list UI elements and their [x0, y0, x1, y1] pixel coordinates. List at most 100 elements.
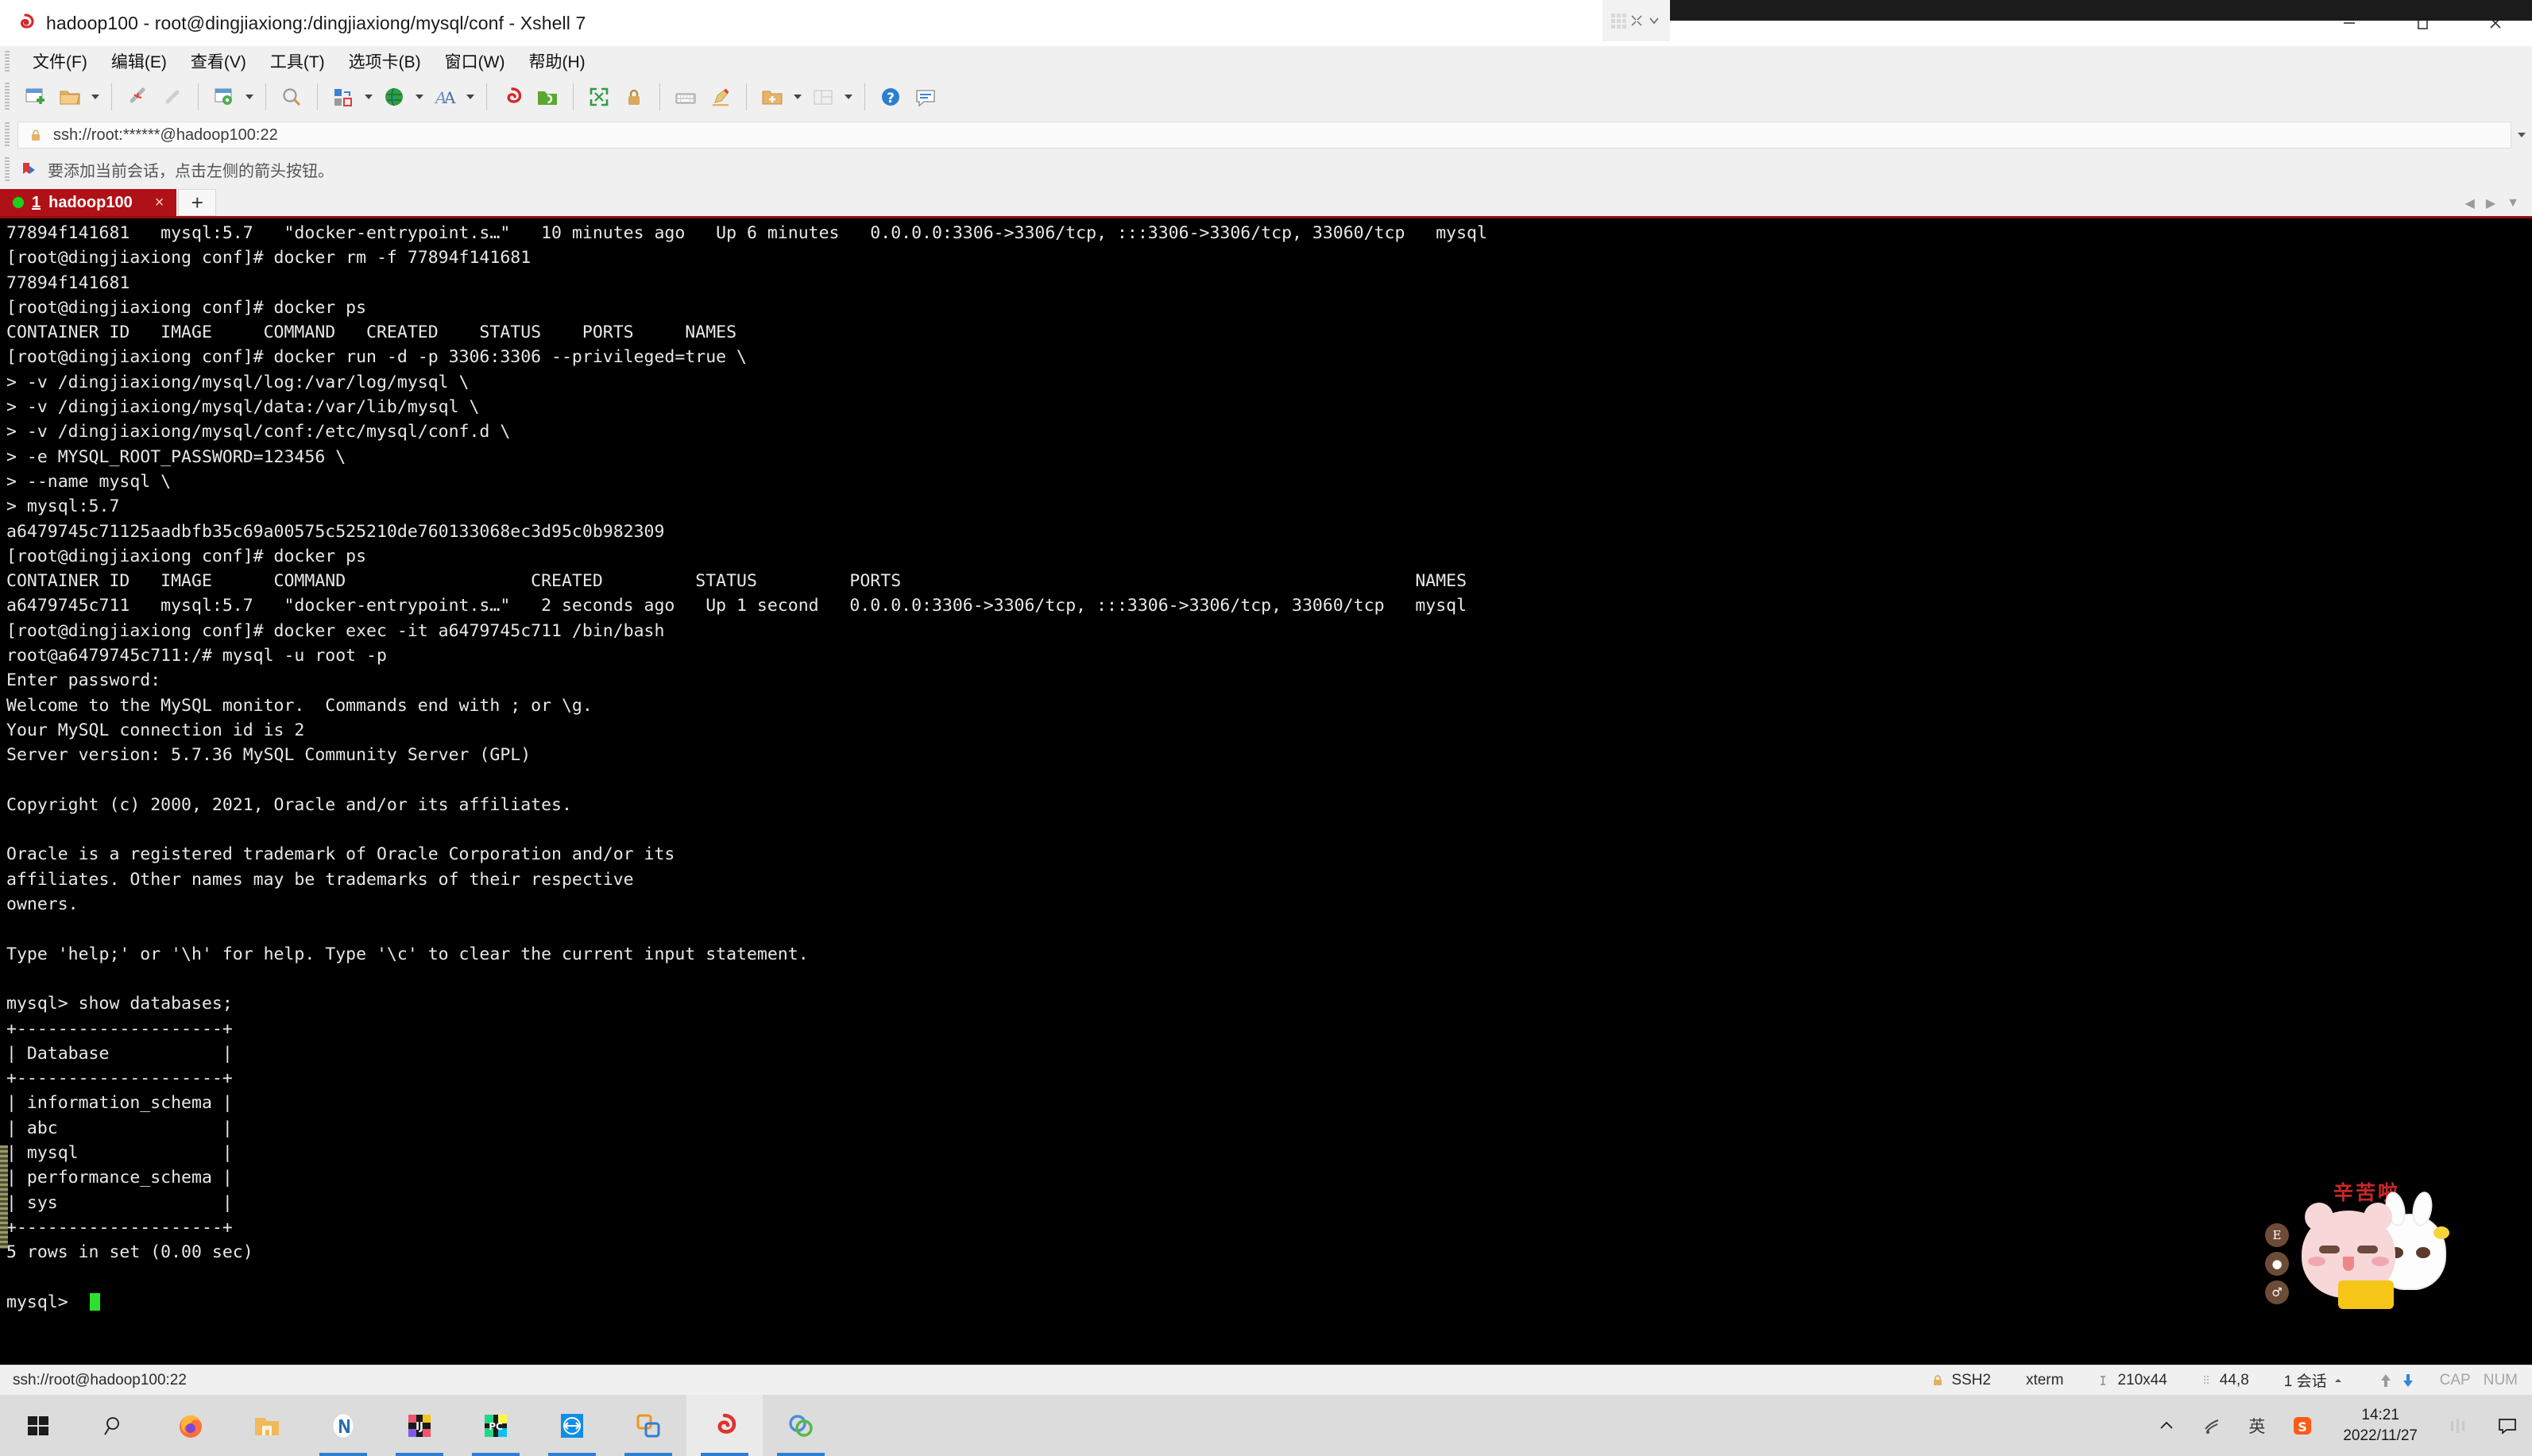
tab-scroll-left[interactable]: ◀ [2465, 195, 2475, 211]
terminal-line: a6479745c71125aadbfb35c69a00575c525210de… [6, 521, 665, 542]
terminal-line: 77894f141681 mysql:5.7 "docker-entrypoin… [6, 223, 1487, 243]
keyboard-icon[interactable] [668, 79, 703, 114]
terminal-cursor [89, 1292, 100, 1311]
hint-text: 要添加当前会话，点击左侧的箭头按钮。 [48, 162, 334, 180]
highlight-icon[interactable] [703, 79, 738, 114]
globe-dropdown[interactable] [412, 79, 427, 114]
font-dropdown[interactable] [462, 79, 478, 114]
toolbar-separator [111, 83, 112, 110]
terminal-line: 77894f141681 [6, 272, 130, 293]
open-folder-dropdown[interactable] [87, 79, 103, 114]
terminal-line: | mysql | [6, 1142, 233, 1163]
status-caps-lock: CAP [2439, 1371, 2471, 1388]
toolbar-separator [864, 83, 865, 110]
svg-text:A: A [443, 88, 456, 107]
add-folder-icon[interactable] [755, 79, 790, 114]
expand-icon [1631, 15, 1642, 26]
xftp-icon[interactable] [530, 79, 565, 114]
menu-tools[interactable]: 工具(T) [258, 46, 337, 76]
new-tab-button[interactable]: + [178, 189, 217, 216]
notification-icon[interactable] [2483, 1395, 2532, 1456]
taskbar-pycharm[interactable]: PC [458, 1395, 534, 1456]
menu-tabs[interactable]: 选项卡(B) [337, 46, 433, 76]
sogou-icon[interactable]: S [2278, 1395, 2327, 1456]
menu-help[interactable]: 帮助(H) [516, 46, 597, 76]
status-size: 210x44 [2081, 1369, 2184, 1392]
toolbar-separator [486, 83, 487, 110]
upload-arrow-icon [2380, 1373, 2391, 1387]
menu-view[interactable]: 查看(V) [179, 46, 258, 76]
taskbar-vmware[interactable] [610, 1395, 686, 1456]
tray-chevron-up-icon[interactable] [2145, 1395, 2188, 1456]
snap-layouts-widget[interactable] [1602, 0, 1670, 41]
session-properties-icon[interactable] [207, 79, 242, 114]
search-button[interactable] [76, 1395, 153, 1456]
terminal-line: CONTAINER ID IMAGE COMMAND CREATED STATU… [6, 571, 1467, 592]
terminal-line: [root@dingjiaxiong conf]# docker run -d … [6, 347, 747, 368]
wifi-icon[interactable] [2188, 1395, 2236, 1456]
ime-indicator[interactable]: 英 [2236, 1395, 2278, 1456]
xftp-icon [789, 1414, 813, 1437]
session-properties-dropdown[interactable] [242, 79, 257, 114]
layout-icon[interactable] [806, 79, 841, 114]
xshell-icon[interactable] [495, 79, 530, 114]
taskbar-xshell[interactable] [686, 1395, 763, 1456]
terminal-line: [root@dingjiaxiong conf]# docker exec -i… [6, 620, 665, 641]
layout-dropdown[interactable] [841, 79, 856, 114]
ime-label: 英 [2248, 1416, 2266, 1436]
font-icon[interactable]: A A [427, 79, 462, 114]
reconnect-icon[interactable] [155, 79, 190, 114]
intellij-idea-icon: IJ [408, 1414, 431, 1437]
terminal-line: > --name mysql \ [6, 471, 172, 492]
tab-list-menu[interactable]: ▼ [2507, 196, 2519, 210]
terminal-line: Server version: 5.7.36 MySQL Community S… [6, 745, 532, 766]
terminal-line: Oracle is a registered trademark of Orac… [6, 844, 675, 865]
help-icon[interactable]: ? [873, 79, 908, 114]
firefox-icon [180, 1415, 202, 1438]
taskbar-file-explorer[interactable] [229, 1395, 305, 1456]
open-folder-icon[interactable] [52, 79, 87, 114]
tab-scroll-right[interactable]: ▶ [2486, 195, 2495, 211]
taskbar-firefox[interactable] [153, 1395, 229, 1456]
start-button[interactable] [0, 1395, 76, 1456]
terminal-screen[interactable]: 77894f141681 mysql:5.7 "docker-entrypoin… [0, 216, 2532, 1365]
terminal-line: > -v /dingjiaxiong/mysql/data:/var/lib/m… [6, 397, 480, 418]
fullscreen-icon[interactable] [582, 79, 617, 114]
status-sessions[interactable]: 1 会话 [2267, 1369, 2360, 1392]
feedback-icon[interactable] [908, 79, 943, 114]
taskbar-navicat[interactable] [305, 1395, 381, 1456]
address-dropdown-icon[interactable] [2511, 118, 2532, 152]
tab-close-button[interactable]: × [155, 194, 164, 212]
menu-window[interactable]: 窗口(W) [433, 46, 517, 76]
bookmark-arrow-icon [23, 163, 35, 174]
terminal-line: Enter password: [6, 670, 161, 691]
address-bar: ssh://root:******@hadoop100:22 [0, 118, 2532, 153]
address-input[interactable]: ssh://root:******@hadoop100:22 [17, 122, 2511, 149]
volume-icon[interactable] [2433, 1395, 2483, 1456]
new-session-icon[interactable] [17, 79, 52, 114]
clock[interactable]: 14:21 2022/11/27 [2327, 1405, 2433, 1446]
taskbar-teamviewer[interactable] [534, 1395, 610, 1456]
terminal-scrollbar[interactable] [0, 1145, 8, 1249]
menu-file[interactable]: 文件(F) [21, 46, 99, 76]
terminal-line: [root@dingjiaxiong conf]# docker ps [6, 297, 367, 318]
svg-text:IJ: IJ [416, 1421, 423, 1433]
tab-hadoop100[interactable]: 1 hadoop100 × [0, 189, 177, 216]
globe-icon[interactable] [377, 79, 412, 114]
transfer-icon[interactable] [326, 79, 361, 114]
taskbar-intellij-idea[interactable]: IJ [381, 1395, 458, 1456]
status-protocol-label: SSH2 [1951, 1371, 1991, 1388]
find-icon[interactable] [274, 79, 309, 114]
disconnect-icon[interactable] [120, 79, 155, 114]
taskbar-xftp[interactable] [763, 1395, 839, 1456]
menu-edit[interactable]: 编辑(E) [99, 46, 179, 76]
add-folder-dropdown[interactable] [790, 79, 806, 114]
transfer-dropdown[interactable] [361, 79, 377, 114]
lock-icon[interactable] [617, 79, 651, 114]
clock-date: 2022/11/27 [2343, 1427, 2418, 1444]
terminal-line: | abc | [6, 1118, 233, 1138]
